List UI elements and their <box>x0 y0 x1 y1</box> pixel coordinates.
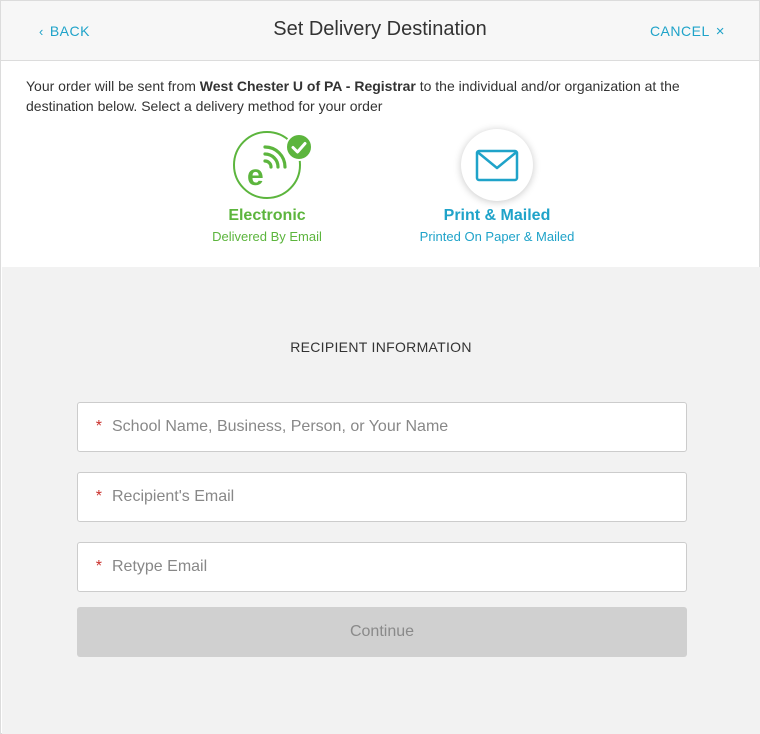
recipient-email-field: * <box>77 472 687 522</box>
electronic-title: Electronic <box>228 207 306 224</box>
recipient-name-input[interactable] <box>112 403 686 451</box>
delivery-option-electronic[interactable]: e Electronic Delivered By Email <box>177 129 357 244</box>
dialog-header: ‹ BACK Set Delivery Destination CANCEL × <box>1 1 759 61</box>
delivery-option-print-mailed[interactable]: Print & Mailed Printed On Paper & Mailed <box>407 129 587 244</box>
recipient-name-field: * <box>77 402 687 452</box>
delivery-dialog: ‹ BACK Set Delivery Destination CANCEL ×… <box>0 0 760 734</box>
close-icon: × <box>715 22 725 40</box>
required-marker: * <box>95 488 102 505</box>
required-marker: * <box>95 418 102 435</box>
sender-name: West Chester U of PA - Registrar <box>199 78 416 94</box>
retype-email-field: * <box>77 542 687 592</box>
page-title: Set Delivery Destination <box>273 18 487 40</box>
intro-text: Your order will be sent from West Cheste… <box>26 76 736 116</box>
print-mailed-title: Print & Mailed <box>443 207 551 224</box>
required-marker: * <box>95 558 102 575</box>
electronic-icon-wrap: e <box>231 129 313 201</box>
check-icon <box>291 142 307 154</box>
print-mailed-subtitle: Printed On Paper & Mailed <box>419 229 575 244</box>
cancel-button[interactable]: CANCEL × <box>650 23 725 39</box>
electronic-subtitle: Delivered By Email <box>212 229 322 244</box>
recipient-email-input[interactable] <box>112 473 686 521</box>
cancel-label: CANCEL <box>649 23 710 39</box>
mail-circle <box>461 129 533 201</box>
selected-check-badge <box>285 133 313 161</box>
svg-text:e: e <box>247 159 264 192</box>
continue-button[interactable]: Continue <box>77 607 687 657</box>
envelope-icon <box>475 149 519 182</box>
section-title: RECIPIENT INFORMATION <box>290 339 472 355</box>
intro-prefix: Your order will be sent from <box>26 78 200 94</box>
retype-email-input[interactable] <box>112 543 686 591</box>
recipient-form: RECIPIENT INFORMATION * * * Continue <box>2 267 760 734</box>
mail-icon-wrap <box>461 129 533 201</box>
